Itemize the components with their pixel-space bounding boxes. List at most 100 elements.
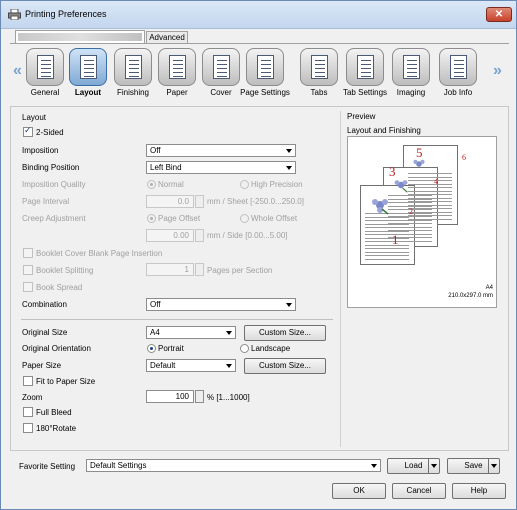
binding-position-select[interactable]: Left Bind xyxy=(146,161,296,174)
two-sided-checkbox[interactable] xyxy=(23,125,33,137)
original-size-select[interactable]: A4 xyxy=(146,326,236,339)
paper-size-label: Paper Size xyxy=(22,361,62,370)
paper-size-select[interactable]: Default xyxy=(146,359,236,372)
load-button[interactable]: Load xyxy=(387,458,440,474)
preview-text-line xyxy=(408,190,452,192)
preview-text-line xyxy=(365,248,409,249)
preview-text-line xyxy=(365,255,409,256)
zoom-unit: % [1...1000] xyxy=(207,393,250,402)
page-interval-spinner[interactable] xyxy=(195,195,204,208)
help-button[interactable]: Help xyxy=(452,483,506,499)
tabs-icon xyxy=(300,48,338,86)
scroll-right-icon[interactable]: » xyxy=(493,62,502,80)
booklet-split-input[interactable]: 1 xyxy=(146,263,194,276)
window-title: Printing Preferences xyxy=(25,9,107,19)
booklet-blank-checkbox[interactable] xyxy=(23,248,33,258)
document-icon xyxy=(403,55,420,79)
preview-text-line xyxy=(365,251,409,253)
save-dropdown-icon[interactable] xyxy=(488,459,499,473)
toolbar-button-imaging[interactable]: Imaging xyxy=(390,48,432,104)
page-settings-icon xyxy=(246,48,284,86)
creep-value-unit: mm / Side [0.00...5.00] xyxy=(207,231,288,240)
preview-paper-size: A4 xyxy=(485,285,493,291)
preview-text-line xyxy=(365,223,409,225)
document-icon xyxy=(80,55,97,79)
toolbar-button-page-settings[interactable]: Page Settings xyxy=(240,48,290,104)
column-divider xyxy=(340,111,341,447)
preview-text-line xyxy=(408,176,452,178)
combination-select[interactable]: Off xyxy=(146,298,296,311)
save-button[interactable]: Save xyxy=(447,458,500,474)
portrait-radio[interactable] xyxy=(147,344,156,353)
ok-button[interactable]: OK xyxy=(332,483,386,499)
booklet-split-unit: Pages per Section xyxy=(207,266,273,275)
creep-adjustment-label: Creep Adjustment xyxy=(22,214,86,223)
tab-advanced[interactable]: Advanced xyxy=(146,31,188,43)
landscape-label: Landscape xyxy=(251,344,291,353)
custom-size-button-paper[interactable]: Custom Size... xyxy=(244,358,326,374)
quality-normal-radio[interactable] xyxy=(147,180,156,189)
imposition-quality-label: Imposition Quality xyxy=(22,180,86,189)
zoom-input[interactable]: 100 xyxy=(146,390,194,403)
portrait-label: Portrait xyxy=(158,344,184,353)
page-number-5: 5 xyxy=(416,145,423,160)
zoom-spinner[interactable] xyxy=(195,390,204,403)
toolbar-button-job-info[interactable]: Job Info xyxy=(437,48,479,104)
custom-size-button-original[interactable]: Custom Size... xyxy=(244,325,326,341)
flower-image-icon xyxy=(372,199,389,215)
creep-whole-offset-label: Whole Offset xyxy=(251,214,298,223)
creep-page-offset-label: Page Offset xyxy=(158,214,201,223)
creep-value-input[interactable]: 0.00 xyxy=(146,229,194,242)
booklet-split-spinner[interactable] xyxy=(195,263,204,276)
creep-page-offset-radio[interactable] xyxy=(147,214,156,223)
fit-to-paper-label: Fit to Paper Size xyxy=(36,377,96,386)
quality-high-radio[interactable] xyxy=(240,180,249,189)
favorite-setting-select[interactable]: Default Settings xyxy=(86,459,381,472)
function-toolbar: « » General Layout Finishing Paper Cover Page… xyxy=(10,43,509,105)
booklet-blank-label: Booklet Cover Blank Page Insertion xyxy=(36,249,163,258)
preview-text-line xyxy=(365,237,409,239)
preview-text-line xyxy=(365,220,409,221)
page-interval-input[interactable]: 0.0 xyxy=(146,195,194,208)
rotate-180-checkbox[interactable] xyxy=(23,423,33,433)
preview-text-line xyxy=(365,234,409,235)
favorite-setting-label: Favorite Setting xyxy=(19,462,76,471)
book-spread-checkbox[interactable] xyxy=(23,282,33,292)
preview-area: 1 2 3 4 5 6 A4 210.0x297.0 mm xyxy=(347,136,497,308)
preview-text-line xyxy=(408,180,452,181)
binding-position-label: Binding Position xyxy=(22,163,80,172)
printer-icon xyxy=(8,9,21,20)
page-interval-unit: mm / Sheet [-250.0...250.0] xyxy=(207,197,304,206)
document-icon xyxy=(257,55,274,79)
landscape-radio[interactable] xyxy=(240,344,249,353)
scroll-left-icon[interactable]: « xyxy=(13,62,22,80)
page-number-3: 3 xyxy=(389,164,396,179)
chevron-down-icon xyxy=(286,149,292,153)
fit-to-paper-checkbox[interactable] xyxy=(23,376,33,386)
full-bleed-checkbox[interactable] xyxy=(23,407,33,417)
paper-icon xyxy=(158,48,196,86)
chevron-down-icon xyxy=(226,331,232,335)
document-icon xyxy=(213,55,230,79)
load-dropdown-icon[interactable] xyxy=(428,459,439,473)
cover-icon xyxy=(202,48,240,86)
two-sided-label: 2-Sided xyxy=(36,128,64,137)
imposition-label: Imposition xyxy=(22,146,59,155)
document-icon xyxy=(169,55,186,79)
imposition-select[interactable]: Off xyxy=(146,144,296,157)
booklet-split-checkbox[interactable] xyxy=(23,265,33,275)
layout-icon xyxy=(69,48,107,86)
booklet-split-label: Booklet Splitting xyxy=(36,266,94,275)
original-size-label: Original Size xyxy=(22,328,68,337)
toolbar-label-job-info: Job Info xyxy=(443,88,473,97)
document-icon xyxy=(357,55,374,79)
cancel-button[interactable]: Cancel xyxy=(392,483,446,499)
preview-title: Layout and Finishing xyxy=(347,126,421,135)
close-button[interactable]: ✕ xyxy=(486,7,512,22)
tab-main[interactable] xyxy=(15,30,145,43)
zoom-label: Zoom xyxy=(22,393,43,402)
preview-text-line xyxy=(365,216,409,218)
combination-label: Combination xyxy=(22,300,67,309)
creep-value-spinner[interactable] xyxy=(195,229,204,242)
creep-whole-offset-radio[interactable] xyxy=(240,214,249,223)
